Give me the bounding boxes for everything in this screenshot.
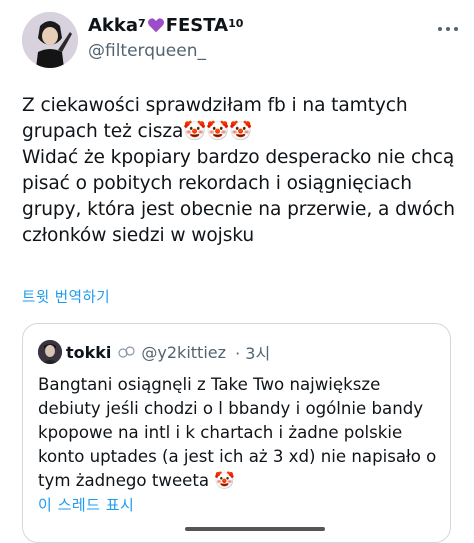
author-display-name[interactable]: Akka7 FESTA10	[88, 15, 243, 37]
quoted-timestamp: · 3시	[235, 344, 271, 363]
more-options-icon[interactable]	[436, 16, 462, 38]
bow-icon	[118, 346, 136, 358]
quoted-author-name: tokki	[66, 342, 112, 362]
display-name-part: FESTA	[165, 15, 229, 36]
show-thread-link[interactable]: 이 스레드 표시	[38, 494, 134, 515]
translate-tweet-link[interactable]: 트윗 번역하기	[22, 286, 110, 307]
display-name-part: Akka	[88, 15, 139, 36]
author-avatar[interactable]	[22, 12, 78, 68]
home-indicator	[185, 527, 325, 531]
quoted-author-handle: @y2kittiez	[141, 342, 226, 362]
quoted-tweet-header: tokki @y2kittiez · 3시	[38, 340, 270, 364]
tweet-text: Z ciekawości sprawdziłam fb i na tamtych…	[22, 95, 455, 246]
tweet-header: Akka7 FESTA10 @filterqueen_	[22, 12, 462, 72]
purple-heart-icon	[147, 18, 164, 33]
display-name-sup: 7	[138, 17, 146, 30]
quoted-tweet[interactable]: tokki @y2kittiez · 3시 Bangtani osiągnęli …	[22, 323, 451, 543]
author-names: Akka7 FESTA10 @filterqueen_	[88, 15, 243, 62]
author-handle[interactable]: @filterqueen_	[88, 40, 243, 62]
display-name-sup: 10	[228, 17, 244, 30]
quoted-tweet-text: Bangtani osiągnęli z Take Two największe…	[38, 375, 437, 490]
quoted-author-avatar	[38, 340, 62, 364]
